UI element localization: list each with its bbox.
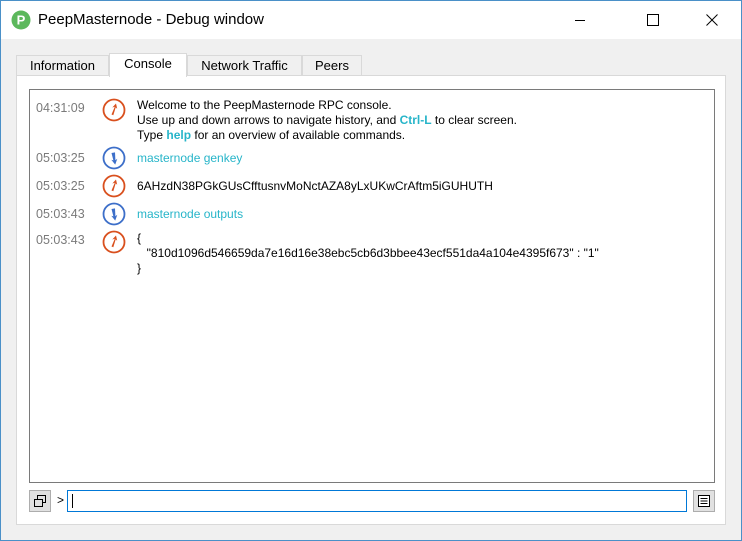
- tab-network-traffic[interactable]: Network Traffic: [187, 55, 302, 76]
- font-size-button[interactable]: [29, 490, 51, 512]
- welcome-line-2: Use up and down arrows to navigate histo…: [137, 113, 517, 128]
- welcome-line-2-start: Use up and down arrows to navigate histo…: [137, 113, 400, 127]
- maximize-button[interactable]: [630, 1, 676, 39]
- close-icon: [706, 14, 718, 26]
- help-keyword: help: [166, 128, 192, 142]
- text-caret: [72, 494, 73, 508]
- title-bar: P PeepMasternode - Debug window: [1, 1, 741, 39]
- app-logo-icon: P: [11, 10, 31, 30]
- console-command-input[interactable]: [67, 490, 687, 512]
- welcome-line-3-start: Type: [137, 128, 167, 142]
- entry-timestamp: 04:31:09: [36, 101, 85, 115]
- console-input-bar: >: [29, 490, 715, 514]
- tab-peers[interactable]: Peers: [302, 55, 362, 76]
- console-panel: 04:31:09 Welcome to the PeepMasternode R…: [16, 75, 726, 525]
- clear-console-button[interactable]: [693, 490, 715, 512]
- welcome-line-3-end: for an overview of available commands.: [191, 128, 406, 142]
- request-arrow-icon: [102, 202, 126, 226]
- welcome-line-3: Type help for an overview of available c…: [137, 128, 405, 143]
- reply-arrow-icon: [102, 230, 126, 254]
- tab-console[interactable]: Console: [109, 53, 187, 77]
- console-output[interactable]: 04:31:09 Welcome to the PeepMasternode R…: [29, 89, 715, 483]
- command-text: masternode outputs: [137, 207, 244, 221]
- input-prompt: >: [57, 493, 65, 507]
- json-output-line: "810d1096d546659da7e16d16e38ebc5cb6d3bbe…: [140, 246, 599, 260]
- welcome-line-2-end: to clear screen.: [431, 113, 517, 127]
- minimize-icon: [575, 20, 585, 21]
- minimize-button[interactable]: [557, 1, 603, 39]
- json-open-brace: {: [137, 231, 142, 245]
- reply-arrow-icon: [102, 98, 126, 122]
- reply-arrow-icon: [102, 174, 126, 198]
- clear-console-icon: [698, 495, 710, 507]
- maximize-icon: [647, 14, 659, 26]
- copy-window-icon: [34, 495, 46, 507]
- request-arrow-icon: [102, 146, 126, 170]
- entry-timestamp: 05:03:43: [36, 233, 85, 247]
- ctrl-l-keyword: Ctrl-L: [399, 113, 432, 127]
- entry-timestamp: 05:03:25: [36, 151, 85, 165]
- app-logo-letter: P: [17, 13, 26, 28]
- close-button[interactable]: [689, 1, 735, 39]
- tab-information[interactable]: Information: [16, 55, 109, 76]
- reply-text: 6AHzdN38PGkGUsCfftusnvMoNctAZA8yLxUKwCrA…: [137, 179, 493, 193]
- welcome-line-1: Welcome to the PeepMasternode RPC consol…: [137, 98, 392, 112]
- window-title: PeepMasternode - Debug window: [38, 11, 264, 28]
- entry-timestamp: 05:03:43: [36, 207, 85, 221]
- json-close-brace: }: [137, 261, 142, 275]
- entry-timestamp: 05:03:25: [36, 179, 85, 193]
- debug-window: P PeepMasternode - Debug window Informat…: [0, 0, 742, 541]
- command-text: masternode genkey: [137, 151, 243, 165]
